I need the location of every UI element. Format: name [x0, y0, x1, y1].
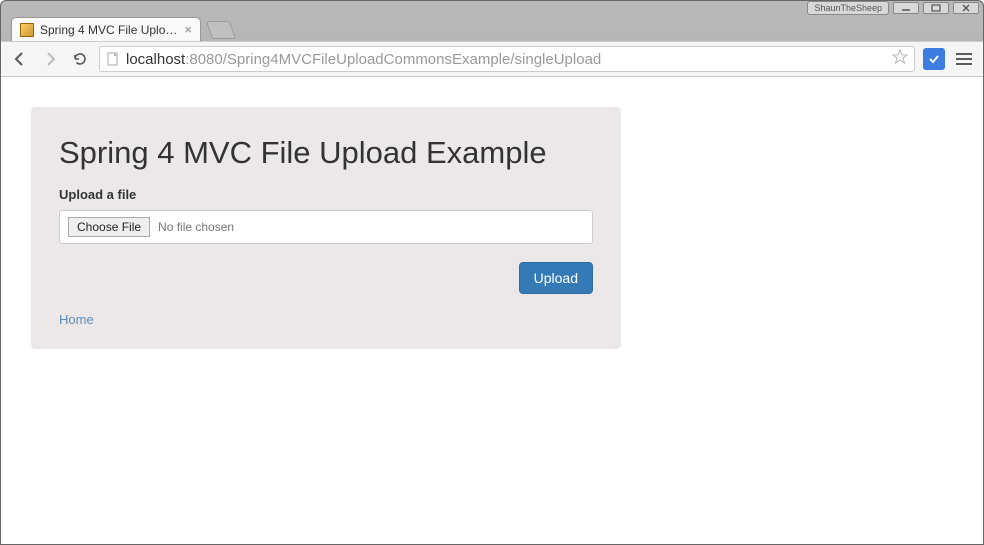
new-tab-button[interactable] — [206, 21, 237, 39]
url-text: localhost:8080/Spring4MVCFileUploadCommo… — [126, 51, 886, 68]
favicon-icon — [20, 23, 34, 37]
reload-icon — [72, 51, 88, 67]
back-button[interactable] — [9, 48, 31, 70]
tab-close-button[interactable]: × — [184, 22, 192, 37]
page-icon — [106, 52, 120, 66]
forward-button[interactable] — [39, 48, 61, 70]
check-icon — [928, 53, 940, 65]
choose-file-button[interactable]: Choose File — [68, 217, 150, 237]
bookmark-star-button[interactable] — [892, 49, 908, 69]
reload-button[interactable] — [69, 48, 91, 70]
minimize-icon — [901, 4, 911, 12]
button-row: Upload — [59, 262, 593, 294]
maximize-button[interactable] — [923, 2, 949, 14]
hamburger-icon — [956, 53, 972, 55]
home-link[interactable]: Home — [59, 312, 94, 327]
browser-menu-button[interactable] — [953, 48, 975, 70]
tab-title: Spring 4 MVC File Upload — [40, 23, 178, 37]
close-icon — [961, 4, 971, 12]
tab-strip: Spring 4 MVC File Upload × — [1, 15, 983, 41]
close-window-button[interactable] — [953, 2, 979, 14]
browser-toolbar: localhost:8080/Spring4MVCFileUploadCommo… — [1, 41, 983, 77]
file-input-label: Upload a file — [59, 187, 593, 202]
page-viewport: Spring 4 MVC File Upload Example Upload … — [1, 77, 983, 544]
extension-button[interactable] — [923, 48, 945, 70]
page-heading: Spring 4 MVC File Upload Example — [59, 135, 593, 171]
upload-panel: Spring 4 MVC File Upload Example Upload … — [31, 107, 621, 349]
star-icon — [892, 49, 908, 65]
upload-button[interactable]: Upload — [519, 262, 593, 294]
browser-tab[interactable]: Spring 4 MVC File Upload × — [11, 17, 201, 41]
address-bar[interactable]: localhost:8080/Spring4MVCFileUploadCommo… — [99, 46, 915, 72]
url-host: localhost — [126, 51, 185, 68]
file-status-text: No file chosen — [158, 220, 234, 234]
arrow-right-icon — [42, 51, 58, 67]
url-path: :8080/Spring4MVCFileUploadCommonsExample… — [185, 51, 601, 68]
arrow-left-icon — [12, 51, 28, 67]
minimize-button[interactable] — [893, 2, 919, 14]
window-user-tag: ShaunTheSheep — [807, 1, 889, 15]
file-input[interactable]: Choose File No file chosen — [59, 210, 593, 244]
window-titlebar: ShaunTheSheep — [1, 1, 983, 15]
maximize-icon — [931, 4, 941, 12]
browser-window: ShaunTheSheep Spring 4 MVC File Upload × — [0, 0, 984, 545]
